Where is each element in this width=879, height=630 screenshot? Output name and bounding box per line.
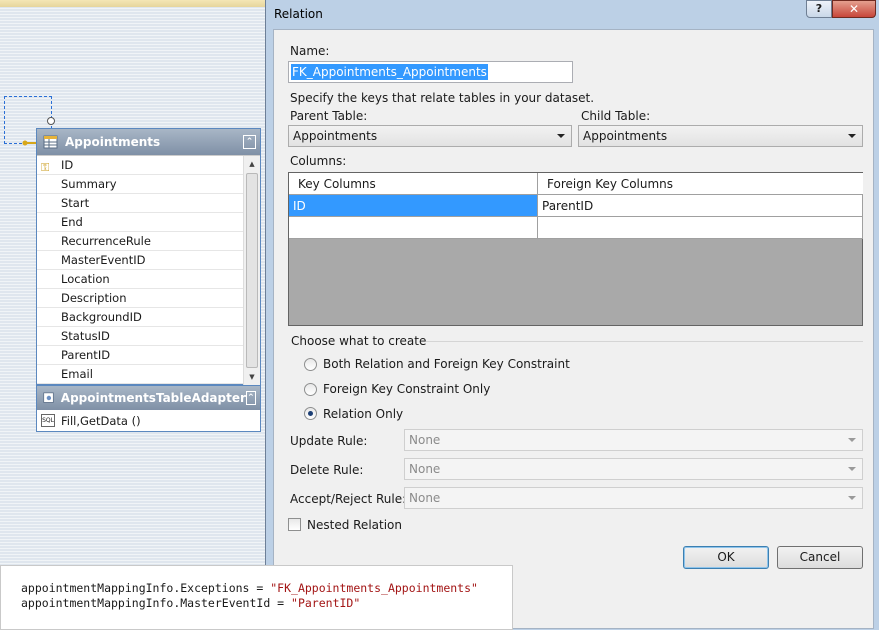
cancel-button[interactable]: Cancel: [777, 546, 863, 569]
parent-table-label: Parent Table:: [290, 109, 368, 123]
table-adapter-title: AppointmentsTableAdapter: [60, 391, 246, 405]
chevron-down-icon: [848, 467, 856, 471]
table-icon: [43, 135, 58, 149]
field-row[interactable]: Email: [37, 365, 244, 384]
relation-handle[interactable]: [47, 117, 55, 125]
radio-fk-only[interactable]: [304, 383, 317, 396]
code-snippet: appointmentMappingInfo.Exceptions = "FK_…: [0, 565, 513, 630]
nested-relation-label[interactable]: Nested Relation: [307, 518, 402, 532]
field-row[interactable]: ParentID: [37, 346, 244, 365]
group-separator: [426, 341, 863, 342]
chevron-down-icon: [557, 134, 565, 138]
name-label: Name:: [290, 44, 330, 58]
grid-cell-key[interactable]: ID: [289, 195, 538, 217]
adapter-method-row[interactable]: SQL Fill,GetData (): [37, 410, 260, 432]
create-group-label: Choose what to create: [291, 334, 427, 348]
field-row[interactable]: Location: [37, 270, 244, 289]
code-line: appointmentMappingInfo.Exceptions = "FK_…: [21, 581, 478, 595]
field-row[interactable]: BackgroundID: [37, 308, 244, 327]
chevron-down-icon: [848, 496, 856, 500]
radio-both[interactable]: [304, 358, 317, 371]
chevron-down-icon: [848, 134, 856, 138]
update-rule-select[interactable]: None: [404, 429, 863, 451]
accept-reject-rule-select[interactable]: None: [404, 487, 863, 509]
dialog-title: Relation: [274, 7, 323, 21]
columns-grid[interactable]: Key Columns Foreign Key Columns ID Paren…: [288, 172, 863, 326]
radio-relation-only-label[interactable]: Relation Only: [323, 407, 403, 421]
grid-header-foreign-key-columns[interactable]: Foreign Key Columns: [538, 173, 863, 195]
table-title: Appointments: [65, 135, 161, 149]
designer-top-strip: [0, 0, 265, 7]
name-input-value: FK_Appointments_Appointments: [291, 64, 488, 80]
accept-reject-rule-label: Accept/Reject Rule:: [290, 492, 407, 506]
radio-fk-only-label[interactable]: Foreign Key Constraint Only: [323, 382, 490, 396]
update-rule-label: Update Rule:: [290, 434, 368, 448]
field-list[interactable]: ⚿ ID Summary Start End RecurrenceRule Mas…: [37, 155, 260, 385]
keys-hint: Specify the keys that relate tables in y…: [290, 91, 595, 105]
table-adapter-header[interactable]: AppointmentsTableAdapter ⌃: [37, 384, 260, 410]
close-button[interactable]: ✕: [832, 0, 876, 18]
dataset-designer-surface[interactable]: Appointments ⌃ ⚿ ID Summary Start End Rec…: [0, 0, 265, 570]
field-row[interactable]: Description: [37, 289, 244, 308]
field-row[interactable]: ⚿ ID: [37, 156, 244, 175]
child-table-label: Child Table:: [581, 109, 651, 123]
parent-table-select[interactable]: Appointments: [288, 125, 572, 147]
radio-relation-only[interactable]: [304, 407, 317, 420]
delete-rule-label: Delete Rule:: [290, 463, 364, 477]
scroll-up-icon[interactable]: ▲: [244, 156, 260, 172]
radio-both-label[interactable]: Both Relation and Foreign Key Constraint: [323, 357, 570, 371]
field-row[interactable]: MasterEventID: [37, 251, 244, 270]
nested-relation-checkbox[interactable]: [288, 518, 301, 531]
chevron-down-icon: [848, 438, 856, 442]
field-list-scrollbar[interactable]: ▲ ▼: [243, 156, 260, 385]
grid-cell-foreign-key[interactable]: [538, 217, 863, 239]
field-row[interactable]: End: [37, 213, 244, 232]
scroll-down-icon[interactable]: ▼: [244, 369, 260, 385]
dialog-title-bar[interactable]: Relation: [266, 0, 879, 28]
relation-dialog: Relation ? ✕ Name: FK_Appointments_Appoi…: [265, 0, 879, 630]
delete-rule-select[interactable]: None: [404, 458, 863, 480]
dialog-body: Name: FK_Appointments_Appointments Speci…: [273, 29, 874, 629]
table-adapter-icon: [43, 392, 54, 403]
table-header[interactable]: Appointments ⌃: [37, 129, 260, 155]
collapse-adapter-icon[interactable]: ⌃: [245, 391, 256, 405]
ok-button[interactable]: OK: [683, 546, 769, 569]
field-row[interactable]: Summary: [37, 175, 244, 194]
collapse-icon[interactable]: ⌃: [243, 135, 256, 149]
field-row[interactable]: StatusID: [37, 327, 244, 346]
sql-icon: SQL: [41, 414, 55, 427]
columns-label: Columns:: [290, 154, 347, 168]
name-input[interactable]: FK_Appointments_Appointments: [288, 61, 573, 83]
help-button[interactable]: ?: [806, 0, 832, 18]
field-row[interactable]: RecurrenceRule: [37, 232, 244, 251]
grid-header-key-columns[interactable]: Key Columns: [289, 173, 538, 195]
grid-cell-foreign-key[interactable]: ParentID: [538, 195, 863, 217]
code-line: appointmentMappingInfo.MasterEventId = "…: [21, 596, 361, 610]
appointments-table[interactable]: Appointments ⌃ ⚿ ID Summary Start End Rec…: [36, 128, 261, 432]
field-row[interactable]: Start: [37, 194, 244, 213]
child-table-select[interactable]: Appointments: [578, 125, 863, 147]
grid-cell-key[interactable]: [289, 217, 538, 239]
scroll-thumb[interactable]: [246, 173, 258, 368]
